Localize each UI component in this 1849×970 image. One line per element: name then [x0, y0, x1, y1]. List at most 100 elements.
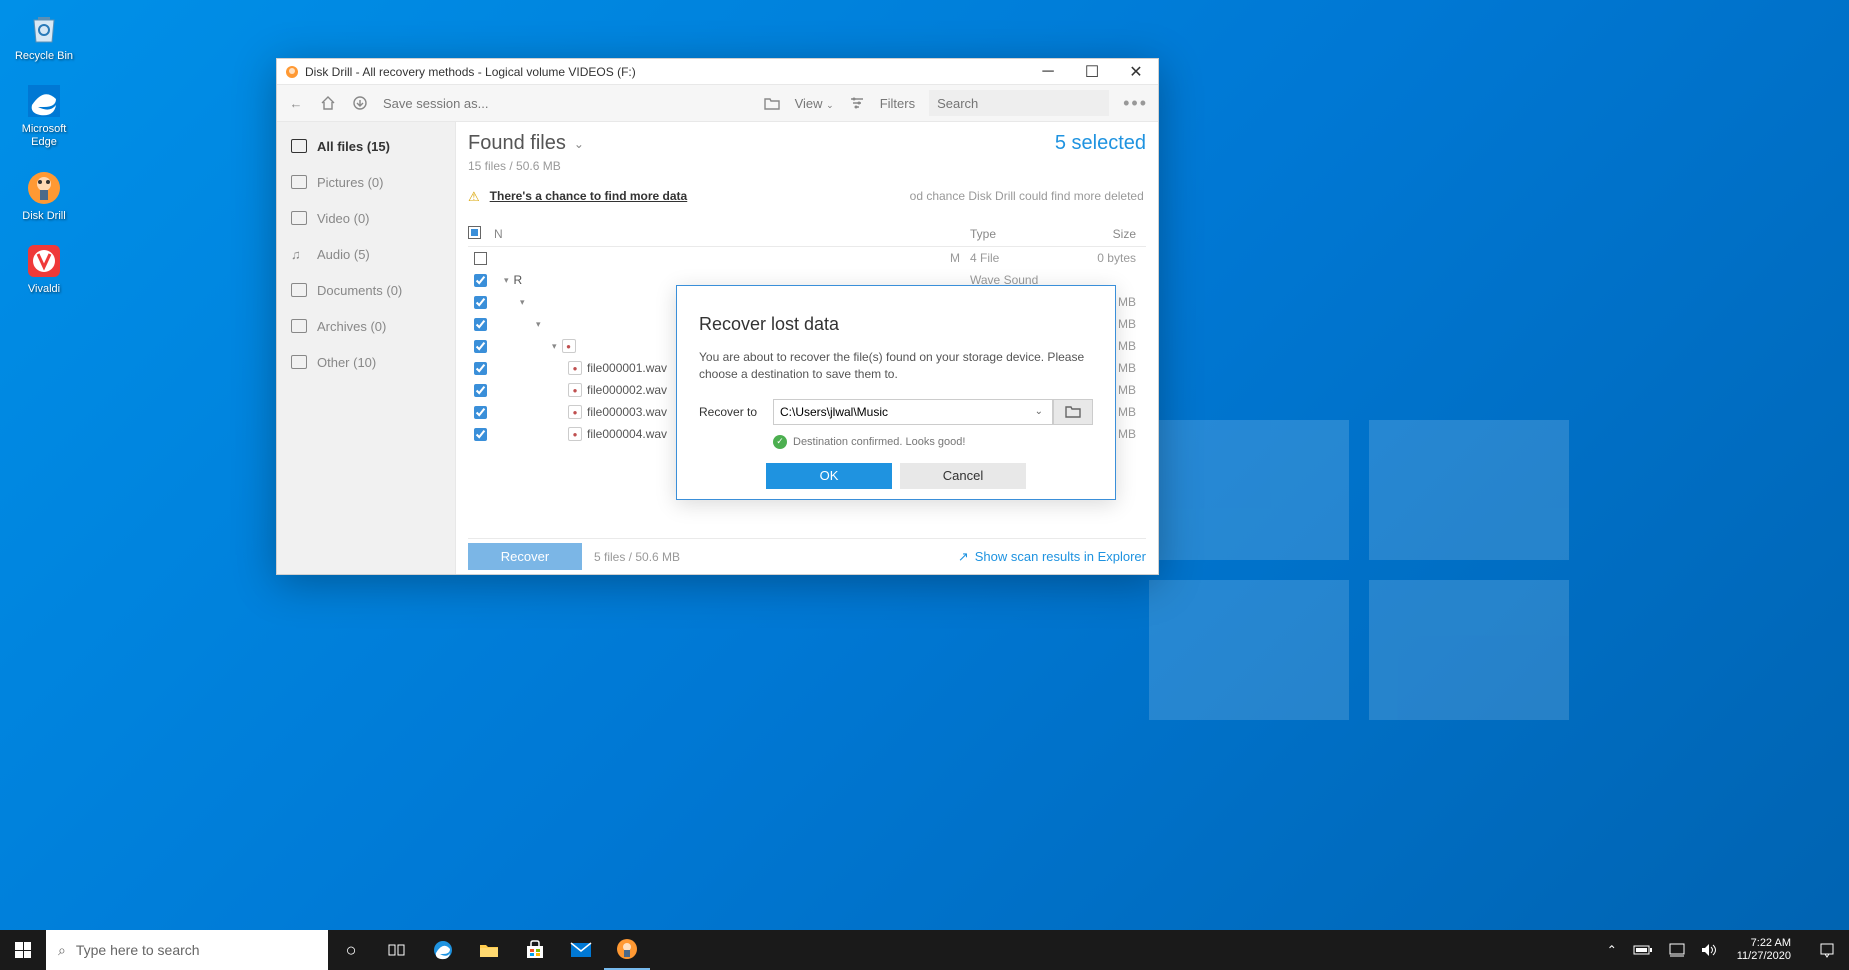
- windows-logo-icon: [15, 942, 31, 958]
- video-icon: [291, 211, 307, 225]
- taskbar-file-explorer[interactable]: [466, 930, 512, 970]
- show-in-explorer-link[interactable]: ↗ Show scan results in Explorer: [958, 549, 1146, 565]
- warning-heading[interactable]: There's a chance to find more data: [490, 189, 688, 203]
- check-icon: ✓: [773, 435, 787, 449]
- archives-icon: [291, 319, 307, 333]
- row-checkbox[interactable]: [474, 252, 487, 265]
- recover-path-input[interactable]: [773, 399, 1053, 425]
- select-all-checkbox[interactable]: [468, 226, 481, 239]
- search-input[interactable]: [929, 90, 1109, 116]
- row-checkbox[interactable]: [474, 428, 487, 441]
- expand-chevron-icon[interactable]: ▾: [536, 319, 541, 330]
- dialog-title: Recover lost data: [699, 314, 1093, 335]
- row-checkbox[interactable]: [474, 296, 487, 309]
- taskbar-mail[interactable]: [558, 930, 604, 970]
- more-menu[interactable]: •••: [1123, 93, 1148, 114]
- desktop-icon-edge[interactable]: Microsoft Edge: [8, 81, 80, 149]
- recover-dialog: Recover lost data You are about to recov…: [676, 285, 1116, 500]
- taskbar-store[interactable]: [512, 930, 558, 970]
- column-name[interactable]: N: [492, 227, 970, 241]
- sidebar-item-audio[interactable]: ♫Audio (5): [277, 236, 455, 272]
- sidebar-item-documents[interactable]: Documents (0): [277, 272, 455, 308]
- file-row[interactable]: M 4 File 0 bytes: [468, 247, 1146, 269]
- found-files-header[interactable]: Found files ⌄: [468, 132, 584, 155]
- audio-icon: ♫: [291, 247, 307, 261]
- sidebar-item-other[interactable]: Other (10): [277, 344, 455, 380]
- other-icon: [291, 355, 307, 369]
- column-size[interactable]: Size: [1066, 227, 1146, 241]
- desktop-icon-recycle-bin[interactable]: Recycle Bin: [8, 8, 80, 63]
- bottom-file-count: 5 files / 50.6 MB: [594, 550, 680, 564]
- desktop-icon-label: Disk Drill: [8, 210, 80, 223]
- maximize-button[interactable]: ☐: [1070, 59, 1114, 85]
- tray-overflow[interactable]: ⌃: [1603, 930, 1621, 970]
- warning-tail: od chance Disk Drill could find more del…: [910, 189, 1146, 203]
- tray-network-icon[interactable]: [1665, 930, 1689, 970]
- audio-file-icon: ●: [568, 405, 582, 419]
- browse-button[interactable]: [1053, 399, 1093, 425]
- file-name: file000004.wav: [587, 427, 667, 441]
- filters-button[interactable]: Filters: [880, 96, 915, 111]
- system-tray: ⌃ 7:22 AM 11/27/2020: [1603, 930, 1849, 970]
- save-session-button[interactable]: Save session as...: [383, 96, 489, 111]
- expand-chevron-icon[interactable]: ▾: [552, 341, 557, 352]
- view-dropdown[interactable]: View ⌄: [795, 96, 834, 111]
- filters-icon: [848, 94, 866, 112]
- notification-center[interactable]: [1807, 930, 1847, 970]
- file-name: file000003.wav: [587, 405, 667, 419]
- ok-button[interactable]: OK: [766, 463, 892, 489]
- row-checkbox[interactable]: [474, 274, 487, 287]
- close-button[interactable]: ✕: [1114, 59, 1158, 85]
- titlebar[interactable]: Disk Drill - All recovery methods - Logi…: [277, 59, 1158, 85]
- task-view-button[interactable]: [374, 930, 420, 970]
- expand-chevron-icon[interactable]: ▾: [520, 297, 525, 308]
- back-button[interactable]: ←: [287, 94, 305, 112]
- documents-icon: [291, 283, 307, 297]
- file-name: file000002.wav: [587, 383, 667, 397]
- taskbar-edge[interactable]: [420, 930, 466, 970]
- taskbar-disk-drill[interactable]: [604, 930, 650, 970]
- file-list-header: N Type Size: [468, 221, 1146, 247]
- tray-volume-icon[interactable]: [1697, 930, 1721, 970]
- app-icon: [285, 65, 299, 79]
- minimize-button[interactable]: ─: [1026, 59, 1070, 85]
- pictures-icon: [291, 175, 307, 189]
- home-button[interactable]: [319, 94, 337, 112]
- desktop-icon-vivaldi[interactable]: Vivaldi: [8, 241, 80, 296]
- row-checkbox[interactable]: [474, 384, 487, 397]
- expand-chevron-icon[interactable]: ▾: [504, 275, 509, 286]
- taskbar: ⌕ Type here to search ○ ⌃ 7:22 AM 11/27/…: [0, 930, 1849, 970]
- chevron-down-icon: ⌄: [574, 137, 584, 151]
- taskbar-search[interactable]: ⌕ Type here to search: [46, 930, 328, 970]
- sidebar-item-all-files[interactable]: All files (15): [277, 128, 455, 164]
- audio-file-icon: ●: [562, 339, 576, 353]
- cancel-button[interactable]: Cancel: [900, 463, 1026, 489]
- cortana-button[interactable]: ○: [328, 930, 374, 970]
- warning-icon: ⚠: [468, 189, 480, 205]
- all-files-icon: [291, 139, 307, 153]
- audio-file-icon: ●: [568, 427, 582, 441]
- toolbar: ← Save session as... View ⌄ Filters •••: [277, 85, 1158, 122]
- disk-drill-icon: [24, 168, 64, 208]
- clock[interactable]: 7:22 AM 11/27/2020: [1729, 937, 1799, 963]
- tray-battery-icon[interactable]: [1629, 930, 1657, 970]
- wallpaper-windows-logo: [1149, 420, 1569, 720]
- recover-button[interactable]: Recover: [468, 543, 582, 570]
- audio-file-icon: ●: [568, 361, 582, 375]
- desktop-icon-label: Microsoft Edge: [8, 123, 80, 149]
- row-checkbox[interactable]: [474, 318, 487, 331]
- row-checkbox[interactable]: [474, 340, 487, 353]
- row-checkbox[interactable]: [474, 406, 487, 419]
- row-checkbox[interactable]: [474, 362, 487, 375]
- window-title: Disk Drill - All recovery methods - Logi…: [305, 65, 1026, 79]
- start-button[interactable]: [0, 930, 46, 970]
- desktop-icons: Recycle Bin Microsoft Edge Disk Drill Vi…: [8, 8, 80, 296]
- column-type[interactable]: Type: [970, 227, 1066, 241]
- file-name: R: [514, 273, 523, 287]
- desktop-icon-disk-drill[interactable]: Disk Drill: [8, 168, 80, 223]
- sidebar-item-video[interactable]: Video (0): [277, 200, 455, 236]
- sidebar-item-archives[interactable]: Archives (0): [277, 308, 455, 344]
- desktop-icon-label: Vivaldi: [8, 283, 80, 296]
- sidebar-item-pictures[interactable]: Pictures (0): [277, 164, 455, 200]
- save-icon[interactable]: [351, 94, 369, 112]
